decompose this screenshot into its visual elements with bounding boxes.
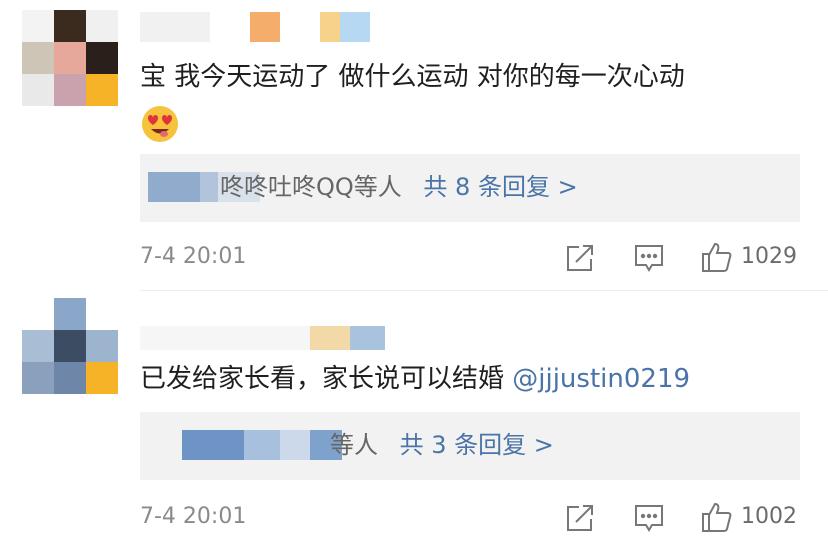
comment-icon[interactable] xyxy=(632,241,666,275)
heart-eyes-emoji xyxy=(142,106,178,142)
comment-text: 宝 我今天运动了 做什么运动 对你的每一次心动 xyxy=(140,62,685,92)
view-replies-link[interactable]: 共 8 条回复 > xyxy=(423,173,577,201)
reply-preview[interactable]: 咚咚吐咚QQ等人 共 8 条回复 > xyxy=(140,154,800,222)
divider xyxy=(140,290,828,291)
comment-timestamp: 7-4 20:01 xyxy=(140,504,247,529)
reply-preview-names: 等人 xyxy=(330,431,378,459)
like-count: 1002 xyxy=(741,504,797,529)
avatar[interactable] xyxy=(22,298,118,394)
mention-link[interactable]: @jjjustin0219 xyxy=(512,364,690,394)
share-icon[interactable] xyxy=(563,501,597,535)
like-icon[interactable] xyxy=(700,240,734,274)
view-replies-link[interactable]: 共 3 条回复 > xyxy=(400,431,554,459)
like-icon[interactable] xyxy=(700,500,734,534)
comment-icon[interactable] xyxy=(632,501,666,535)
username[interactable] xyxy=(140,326,385,350)
like-count: 1029 xyxy=(741,244,797,269)
reply-preview-names: 咚咚吐咚QQ等人 xyxy=(220,173,402,201)
comment-text: 已发给家长看，家长说可以结婚 @jjjustin0219 xyxy=(140,362,690,396)
username[interactable] xyxy=(140,12,370,42)
avatar[interactable] xyxy=(22,10,118,106)
share-icon[interactable] xyxy=(563,241,597,275)
reply-preview[interactable]: 等人 共 3 条回复 > xyxy=(140,412,800,480)
replier-names xyxy=(182,430,244,460)
comment-timestamp: 7-4 20:01 xyxy=(140,244,247,269)
comment-body: 已发给家长看，家长说可以结婚 xyxy=(140,364,513,394)
